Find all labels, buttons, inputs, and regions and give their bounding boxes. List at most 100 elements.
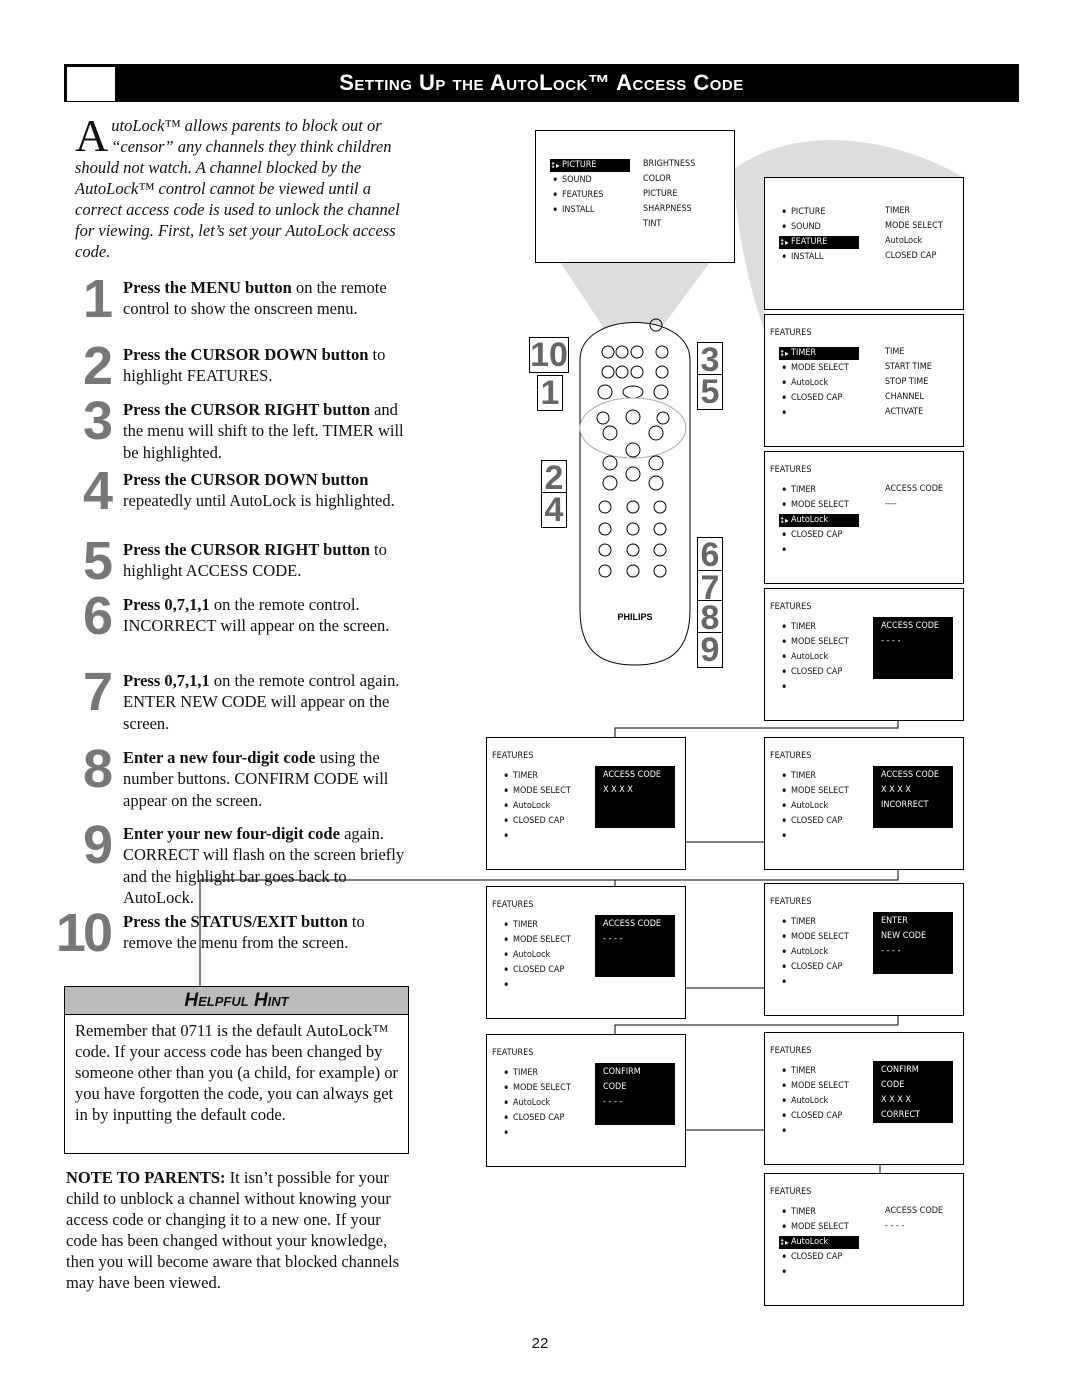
remote-brand-logo: PHILIPS [617,612,652,622]
helpful-hint-box: Helpful Hint Remember that 0711 is the d… [64,986,409,1154]
tv-menu-screen: FEATURES TIMER MODE SELECT AutoLock CLOSED C… [486,886,686,1019]
menu-item: CLOSED CAP [779,1251,842,1264]
menu-item: INSTALL [550,204,594,217]
menu-title: FEATURES [770,328,812,338]
step-action: Enter your new four-digit code [123,824,340,843]
code-entry-box: ACCESS CODE X X X X [595,766,675,828]
step-action: Press the CURSOR RIGHT button [123,540,370,559]
menu-item: INSTALL [779,251,823,264]
step-action: Press the CURSOR DOWN button [123,470,369,489]
submenu-item: ACCESS CODE [885,1206,944,1216]
code-box-line: X X X X [881,1095,911,1105]
step-action: Press the CURSOR DOWN button [123,345,369,364]
menu-item: PICTURE [779,206,826,219]
submenu-item: - - - - [885,1221,905,1231]
step-number: 7 [82,662,113,722]
menu-item: SOUND [779,221,821,234]
step-text: Press the CURSOR DOWN button to highligh… [123,344,413,387]
menu-item: SOUND [550,174,592,187]
menu-item: CLOSED CAP [501,815,564,828]
menu-item: MODE SELECT [779,931,849,944]
menu-item: CLOSED CAP [501,964,564,977]
step-number: 6 [82,586,113,646]
tv-menu-screen: FEATURES TIMER MODE SELECT AutoLock CLOSED C… [764,451,964,584]
menu-item: MODE SELECT [779,636,849,649]
menu-item: CLOSED CAP [779,529,842,542]
note-to-parents: NOTE TO PARENTS: It isn’t possible for y… [66,1167,411,1293]
code-entry-box: CONFIRM CODE - - - - [595,1063,675,1125]
step-number: 1 [82,269,113,329]
submenu-item: TIME [885,347,905,357]
callout-step-1: 1 [537,375,563,411]
drop-cap: A [75,110,109,161]
code-box-line: X X X X [881,785,911,795]
intro-text: utoLock™ allows parents to block out or … [75,116,400,261]
menu-item [501,1127,513,1140]
step-action: Press the CURSOR RIGHT button [123,400,370,419]
menu-item: MODE SELECT [779,362,849,375]
code-box-line: - - - - [603,934,623,944]
callout-step-6: 6 [697,537,723,573]
menu-title: FEATURES [770,1187,812,1197]
hint-title: Helpful Hint [65,987,408,1015]
menu-item: MODE SELECT [501,785,571,798]
step-text: Press the CURSOR RIGHT button to highlig… [123,539,413,582]
menu-item [779,1125,791,1138]
menu-item: TIMER [501,919,538,932]
menu-item: MODE SELECT [779,1080,849,1093]
menu-item: TIMER [501,770,538,783]
menu-item: FEATURE [779,236,859,249]
menu-item: CLOSED CAP [779,392,842,405]
menu-title: FEATURES [770,465,812,475]
code-box-line: CODE [603,1082,627,1092]
code-entry-box: ACCESS CODE X X X X INCORRECT [873,766,953,828]
menu-item [779,407,791,420]
step-number: 4 [82,461,113,521]
tv-menu-screen: FEATURES TIMER MODE SELECT AutoLock CLOSED C… [764,1173,964,1306]
code-entry-box: ENTER NEW CODE - - - - [873,912,953,974]
submenu-item: CLOSED CAP [885,251,937,261]
submenu-item: COLOR [643,174,672,184]
menu-item: TIMER [779,347,859,360]
step-detail: repeatedly until AutoLock is highlighted… [123,491,395,511]
menu-item: TIMER [779,916,816,929]
menu-item: TIMER [779,1206,816,1219]
menu-item: FEATURES [550,189,603,202]
menu-item: TIMER [779,770,816,783]
menu-title: FEATURES [770,1046,812,1056]
hint-text: Remember that 0711 is the default AutoLo… [75,1021,399,1124]
step-text: Press the MENU button on the remote cont… [123,277,413,320]
step-action: Press the STATUS/EXIT button [123,912,348,931]
code-box-line: INCORRECT [881,800,929,810]
callout-step-10: 10 [529,336,569,374]
note-label: NOTE TO PARENTS: [66,1168,226,1187]
step-number: 2 [82,336,113,396]
step-text: Press the CURSOR DOWN button repeatedly … [123,469,413,512]
step-text: Enter a new four-digit code using the nu… [123,747,413,811]
step-text: Enter your new four-digit code again. CO… [123,823,413,908]
step-action: Press 0,7,1,1 [123,595,210,614]
menu-item: PICTURE [550,159,630,172]
menu-title: FEATURES [492,1048,534,1058]
menu-item: AutoLock [501,800,550,813]
code-box-line: CONFIRM [881,1065,919,1075]
menu-item: CLOSED CAP [779,666,842,679]
manual-page: Setting Up the AutoLock™ Access Code Aut… [0,0,1080,1397]
menu-title: FEATURES [492,751,534,761]
tv-menu-screen: FEATURES TIMER MODE SELECT AutoLock CLOSED C… [764,883,964,1016]
submenu-item: STOP TIME [885,377,929,387]
submenu-item: BRIGHTNESS [643,159,696,169]
menu-title: FEATURES [770,751,812,761]
menu-item: CLOSED CAP [779,815,842,828]
menu-item: TIMER [779,621,816,634]
page-title: Setting Up the AutoLock™ Access Code [339,70,744,95]
step-text: Press the STATUS/EXIT button to remove t… [123,911,413,954]
submenu-item: PICTURE [643,189,678,199]
menu-item [501,830,513,843]
page-number: 22 [531,1335,549,1352]
step-number: 10 [55,903,113,963]
step-number: 9 [82,815,113,875]
tv-menu-screen: FEATURES TIMER MODE SELECT AutoLock CLOSED C… [486,1034,686,1167]
submenu-item: TINT [643,219,662,229]
menu-item [779,830,791,843]
